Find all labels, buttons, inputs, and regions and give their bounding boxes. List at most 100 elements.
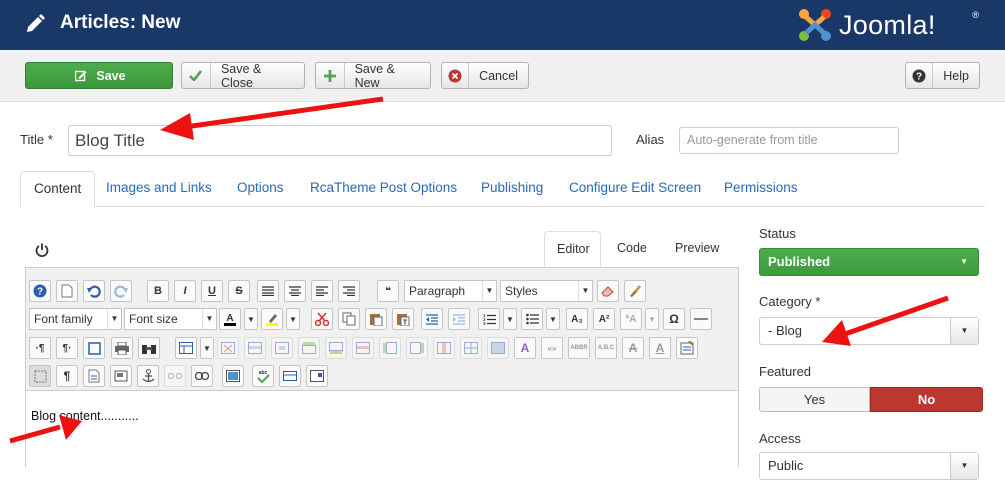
chevron-down-icon[interactable]: ▼ [503, 308, 517, 330]
link-icon[interactable] [191, 365, 213, 387]
align-left-icon[interactable] [311, 280, 333, 302]
tab-content[interactable]: Content [20, 171, 96, 208]
tab-images-links[interactable]: Images and Links [93, 171, 225, 207]
acronym-icon[interactable]: A.B.C [595, 337, 617, 359]
chevron-down-icon[interactable]: ▼ [950, 318, 978, 344]
attributes-icon[interactable] [676, 337, 698, 359]
underline-icon[interactable]: U [201, 280, 223, 302]
power-icon[interactable] [35, 243, 49, 257]
page-break-icon[interactable] [306, 365, 328, 387]
table-cell-props-icon[interactable] [271, 337, 293, 359]
subscript-icon[interactable]: A₂ [566, 308, 588, 330]
insertion-icon[interactable]: A [649, 337, 671, 359]
italic-icon[interactable]: I [174, 280, 196, 302]
align-center-icon[interactable] [284, 280, 306, 302]
format-select[interactable]: Paragraph ▼ [404, 280, 497, 302]
col-before-icon[interactable] [379, 337, 401, 359]
tab-publishing[interactable]: Publishing [468, 171, 556, 207]
bold-icon[interactable]: B [147, 280, 169, 302]
align-justify-icon[interactable] [257, 280, 279, 302]
copy-icon[interactable] [338, 308, 360, 330]
featured-toggle[interactable]: Yes No [759, 387, 983, 412]
featured-yes-button[interactable]: Yes [759, 387, 870, 412]
row-after-icon[interactable] [325, 337, 347, 359]
deletion-icon[interactable]: A [622, 337, 644, 359]
layer-icon[interactable] [110, 365, 132, 387]
highlight-color-icon[interactable] [261, 308, 283, 330]
title-input[interactable]: Blog Title [68, 125, 612, 156]
split-cells-icon[interactable] [460, 337, 482, 359]
tab-code[interactable]: Code [605, 231, 659, 267]
save-close-button[interactable]: Save & Close [181, 62, 305, 90]
text-field-icon[interactable] [279, 365, 301, 387]
undo-icon[interactable] [83, 280, 105, 302]
font-size-select[interactable]: Font size ▼ [124, 308, 217, 330]
fullscreen-icon[interactable] [83, 337, 105, 359]
styles-select[interactable]: Styles ▼ [500, 280, 593, 302]
special-character-icon[interactable]: Ω [663, 308, 685, 330]
numbered-list-icon[interactable]: 123 [478, 308, 500, 330]
tab-editor[interactable]: Editor [544, 231, 601, 268]
strikethrough-icon[interactable]: S [228, 280, 250, 302]
table-row-props-icon[interactable] [244, 337, 266, 359]
featured-no-button[interactable]: No [870, 387, 983, 412]
table-delete-icon[interactable] [217, 337, 239, 359]
editor-content[interactable]: Blog content........... [31, 409, 139, 423]
chevron-down-icon[interactable]: ▼ [546, 308, 560, 330]
merge-cells-icon[interactable] [487, 337, 509, 359]
rtl-icon[interactable]: ¶· [56, 337, 78, 359]
chevron-down-icon[interactable]: ▼ [286, 308, 300, 330]
abbreviation-icon[interactable]: ABBR [568, 337, 590, 359]
indent-icon[interactable] [448, 308, 470, 330]
text-color-icon[interactable]: A [219, 308, 241, 330]
col-after-icon[interactable] [406, 337, 428, 359]
print-icon[interactable] [111, 337, 133, 359]
help-icon[interactable]: ? [29, 280, 51, 302]
save-new-button[interactable]: Save & New [315, 62, 431, 90]
delete-col-icon[interactable] [433, 337, 455, 359]
status-select[interactable]: Published ▼ [759, 248, 979, 276]
style-icon[interactable]: A [514, 337, 536, 359]
font-family-select[interactable]: Font family ▼ [29, 308, 122, 330]
help-button[interactable]: ? Help [905, 62, 980, 89]
insert-table-icon[interactable] [175, 337, 197, 359]
anchor-icon[interactable] [137, 365, 159, 387]
pilcrow-icon[interactable]: ¶ [56, 365, 78, 387]
superscript-icon[interactable]: A² [593, 308, 615, 330]
cancel-button[interactable]: Cancel [441, 62, 529, 89]
paste-text-icon[interactable]: T [392, 308, 414, 330]
chevron-down-icon[interactable]: ▼ [200, 337, 214, 359]
save-button[interactable]: Save [25, 62, 173, 89]
align-right-icon[interactable] [338, 280, 360, 302]
chevron-down-icon[interactable]: ▼ [645, 308, 659, 330]
ltr-icon[interactable]: ·¶ [29, 337, 51, 359]
row-before-icon[interactable] [298, 337, 320, 359]
alias-input[interactable]: Auto-generate from title [679, 127, 899, 154]
tab-preview[interactable]: Preview [663, 231, 731, 267]
new-document-icon[interactable] [56, 280, 78, 302]
horizontal-rule-icon[interactable] [690, 308, 712, 330]
spellcheck-icon[interactable]: abc [252, 365, 274, 387]
chevron-down-icon[interactable]: ▼ [244, 308, 258, 330]
outdent-icon[interactable] [421, 308, 443, 330]
cite-icon[interactable]: «» [541, 337, 563, 359]
access-select[interactable]: Public ▼ [759, 452, 979, 480]
template-icon[interactable] [83, 365, 105, 387]
redo-icon[interactable] [110, 280, 132, 302]
bullet-list-icon[interactable] [521, 308, 543, 330]
tab-options[interactable]: Options [224, 171, 297, 207]
tab-configure-edit-screen[interactable]: Configure Edit Screen [556, 171, 714, 207]
format-painter-icon[interactable] [624, 280, 646, 302]
delete-row-icon[interactable] [352, 337, 374, 359]
visual-aid-icon[interactable] [29, 365, 51, 387]
image-icon[interactable] [222, 365, 244, 387]
blockquote-icon[interactable]: ❝ [377, 280, 399, 302]
category-select[interactable]: - Blog ▼ [759, 317, 979, 345]
unlink-icon[interactable] [164, 365, 186, 387]
search-replace-icon[interactable] [138, 337, 160, 359]
tab-permissions[interactable]: Permissions [711, 171, 811, 207]
chevron-down-icon[interactable]: ▼ [950, 453, 978, 479]
eraser-icon[interactable] [597, 280, 619, 302]
font-case-icon[interactable]: ªA [620, 308, 642, 330]
cut-icon[interactable] [311, 308, 333, 330]
